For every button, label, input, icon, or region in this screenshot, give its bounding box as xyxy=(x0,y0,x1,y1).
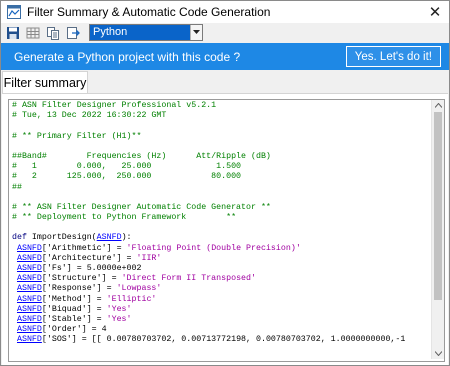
code-line: ASNFD['Stable'] = 'Yes' xyxy=(12,315,432,325)
code-token: ASNFD xyxy=(16,304,42,314)
code-token: ASNFD xyxy=(16,274,42,284)
copy-icon xyxy=(47,26,59,40)
code-text[interactable]: # ASN Filter Designer Professional v5.2.… xyxy=(12,101,432,360)
code-token: ASNFD xyxy=(16,264,42,273)
tab-filter-summary[interactable]: Filter summary xyxy=(2,71,88,94)
code-token: ASNFD xyxy=(96,233,122,243)
tab-content: # ASN Filter Designer Professional v5.2.… xyxy=(2,93,448,365)
app-icon xyxy=(7,5,21,19)
code-line: ASNFD['Order'] = 4 xyxy=(12,325,432,335)
copy-button[interactable] xyxy=(45,25,61,41)
export-button[interactable] xyxy=(65,25,81,41)
code-token: 'Floating Point (Double Precision)' xyxy=(126,243,301,253)
code-token: ['Fs'] = 5.0000e+002 xyxy=(41,264,142,273)
code-token: ['Method'] = xyxy=(41,294,107,304)
code-token: 'Yes' xyxy=(106,314,132,324)
code-token: ##Band# Frequencies (Hz) Att/Ripple (dB) xyxy=(12,151,271,161)
python-project-banner: Generate a Python project with this code… xyxy=(1,43,449,70)
code-token: # ** ASN Filter Designer Automatic Code … xyxy=(12,202,271,212)
code-token: ASNFD xyxy=(16,314,42,324)
banner-message: Generate a Python project with this code… xyxy=(14,49,241,64)
code-token: ASNFD xyxy=(16,243,42,253)
generate-project-button[interactable]: Yes. Let's do it! xyxy=(345,46,441,67)
tab-strip: Filter summary xyxy=(1,71,449,94)
code-token: ['Arithmetic'] = xyxy=(41,243,127,253)
code-line: ASNFD['Fs'] = 5.0000e+002 xyxy=(12,264,432,274)
code-token: 'Elliptic' xyxy=(106,294,157,304)
code-line: ASNFD['Method'] = 'Elliptic' xyxy=(12,295,432,305)
code-token: 'IIR' xyxy=(136,253,162,263)
code-token: 'Yes' xyxy=(106,304,132,314)
scroll-up-icon[interactable] xyxy=(432,100,444,111)
code-token: ['Structure'] = xyxy=(41,274,122,284)
code-line: def ImportDesign(ASNFD): xyxy=(12,233,432,243)
code-line: ##Band# Frequencies (Hz) Att/Ripple (dB) xyxy=(12,152,432,162)
code-token: 'Direct Form II Transposed' xyxy=(121,274,256,284)
code-line: # 1 0.000, 25.000 1.500 xyxy=(12,162,432,172)
close-button[interactable]: ✕ xyxy=(421,1,449,23)
scroll-down-icon[interactable] xyxy=(432,348,444,359)
code-token: # Tue, 13 Dec 2022 16:30:22 GMT xyxy=(12,111,167,121)
title-bar: Filter Summary & Automatic Code Generati… xyxy=(1,1,449,23)
filter-summary-window: Filter Summary & Automatic Code Generati… xyxy=(0,0,450,366)
code-token: ['Architecture'] = xyxy=(41,253,137,263)
code-line: ASNFD['Biquad'] = 'Yes' xyxy=(12,305,432,315)
code-token: ['Biquad'] = xyxy=(41,304,107,314)
code-token: ASNFD xyxy=(16,284,42,294)
code-token: ImportDesign( xyxy=(31,233,97,243)
code-line: # ** ASN Filter Designer Automatic Code … xyxy=(12,203,432,213)
code-line: ASNFD['SOS'] = [[ 0.00780703702, 0.00713… xyxy=(12,335,432,345)
code-token: ['Stable'] = xyxy=(41,314,107,324)
code-token: # 1 0.000, 25.000 1.500 xyxy=(12,162,242,172)
code-line: # Tue, 13 Dec 2022 16:30:22 GMT xyxy=(12,111,432,121)
scrollbar-thumb[interactable] xyxy=(434,112,442,300)
code-line: # ASN Filter Designer Professional v5.2.… xyxy=(12,101,432,111)
code-token: ['Order'] = 4 xyxy=(41,325,107,335)
save-button[interactable] xyxy=(5,25,21,41)
code-token: ASNFD xyxy=(16,294,42,304)
grid-button[interactable] xyxy=(25,25,41,41)
language-select[interactable]: Python xyxy=(89,24,203,41)
code-line: # ** Primary Filter (H1)** xyxy=(12,132,432,142)
code-token: ASNFD xyxy=(16,325,42,335)
code-token: ASNFD xyxy=(16,253,42,263)
code-token: ['Response'] = xyxy=(41,284,117,294)
language-select-value: Python xyxy=(90,25,190,40)
code-line: ASNFD['Structure'] = 'Direct Form II Tra… xyxy=(12,274,432,284)
chevron-down-icon[interactable] xyxy=(190,25,202,40)
code-token: ASNFD xyxy=(16,335,42,345)
export-icon xyxy=(67,26,80,39)
code-token: ): xyxy=(121,233,132,243)
code-line: # 2 125.000, 250.000 80.000 xyxy=(12,172,432,182)
code-line: ASNFD['Arithmetic'] = 'Floating Point (D… xyxy=(12,244,432,254)
window-title: Filter Summary & Automatic Code Generati… xyxy=(27,5,271,19)
close-icon: ✕ xyxy=(428,4,442,21)
code-line: ASNFD['Response'] = 'Lowpass' xyxy=(12,284,432,294)
code-token: ## xyxy=(12,182,22,192)
grid-icon xyxy=(26,27,40,38)
code-line: ASNFD['Architecture'] = 'IIR' xyxy=(12,254,432,264)
code-token: # 2 125.000, 250.000 80.000 xyxy=(12,172,242,182)
code-token: # ** Primary Filter (H1)** xyxy=(12,131,142,141)
code-token: 'Lowpass' xyxy=(116,284,162,294)
save-icon xyxy=(7,26,19,39)
code-line: ## xyxy=(12,183,432,193)
code-token: # ** Deployment to Python Framework ** xyxy=(12,213,237,223)
toolbar: Python xyxy=(1,23,449,42)
code-line: # ** Deployment to Python Framework ** xyxy=(12,213,432,223)
code-token: def xyxy=(12,233,32,243)
code-token: ['SOS'] = [[ 0.00780703702, 0.0071377219… xyxy=(41,335,406,345)
code-editor[interactable]: # ASN Filter Designer Professional v5.2.… xyxy=(8,99,445,362)
code-token: # ASN Filter Designer Professional v5.2.… xyxy=(12,101,217,110)
vertical-scrollbar[interactable] xyxy=(431,100,444,359)
